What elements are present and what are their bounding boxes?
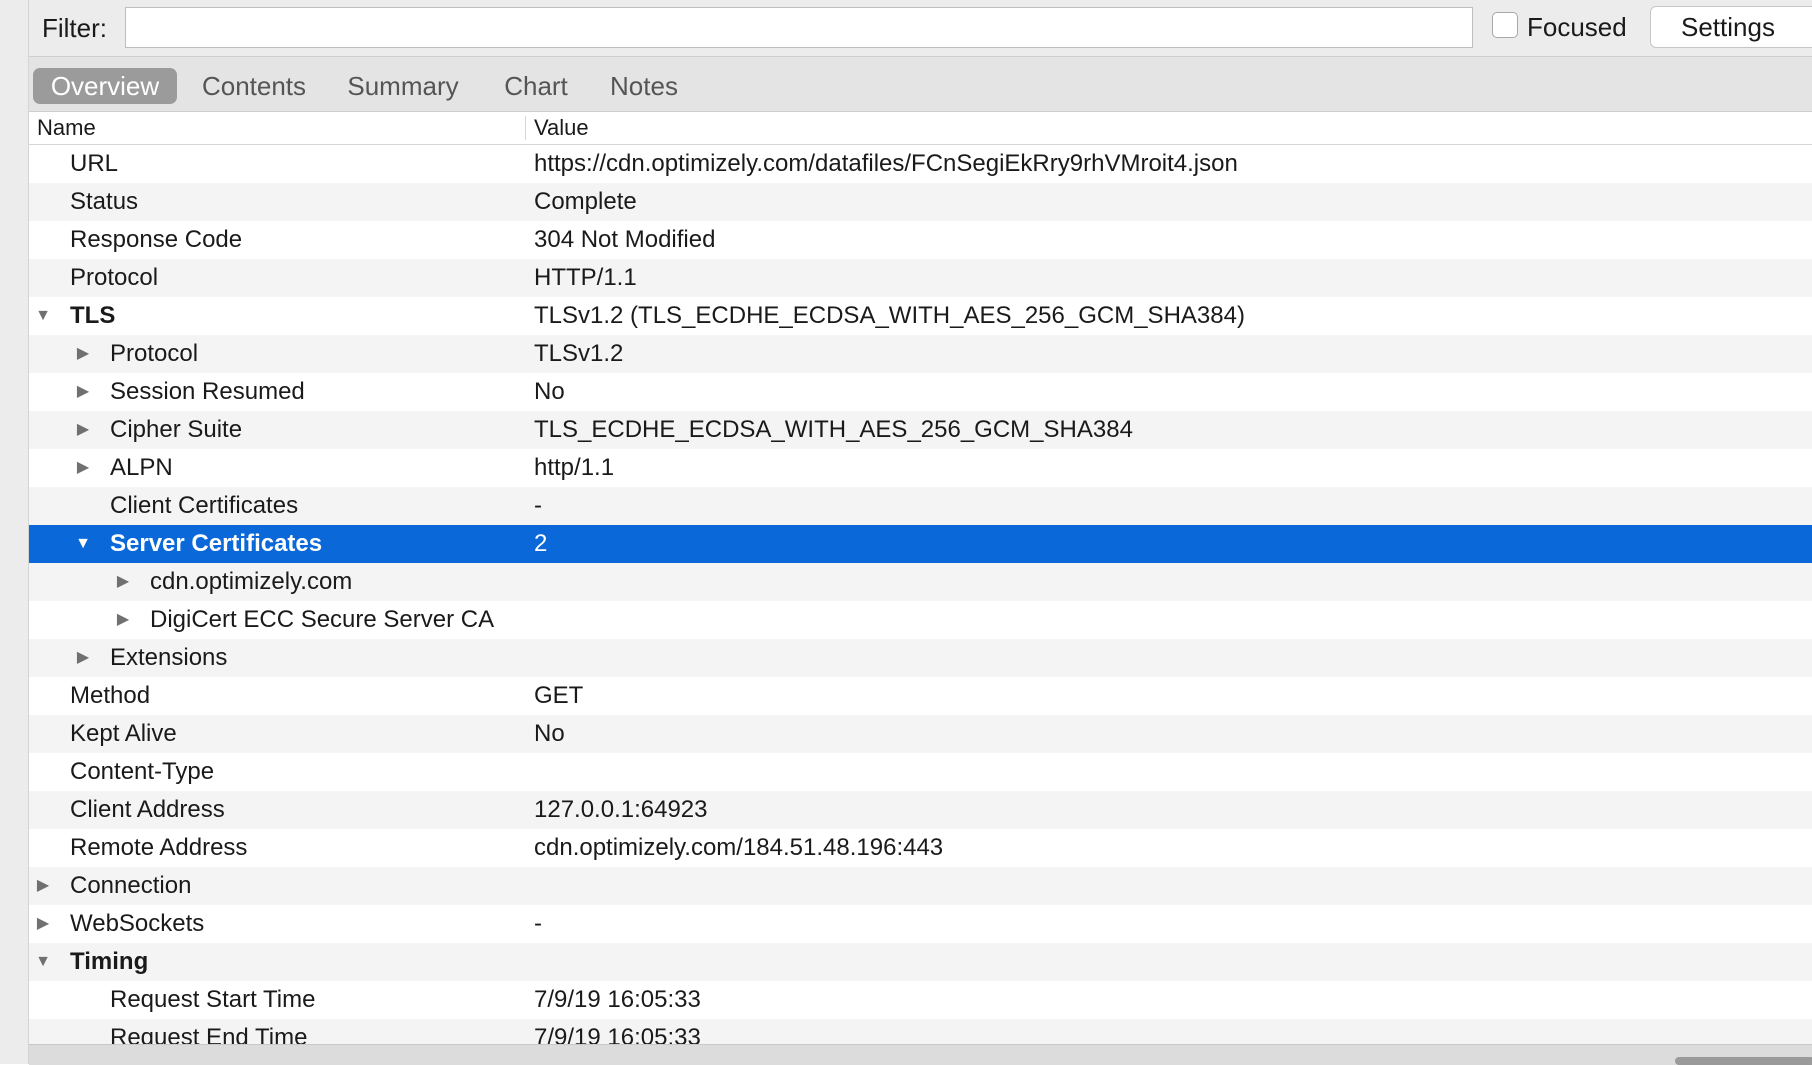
left-panel-edge <box>0 0 29 1064</box>
row-name: Connection <box>70 872 192 899</box>
tab-chart[interactable]: Chart <box>491 68 581 104</box>
disclosure-triangle-right-icon[interactable]: ▶ <box>113 601 133 639</box>
disclosure-triangle-right-icon[interactable]: ▶ <box>113 563 133 601</box>
focused-label[interactable]: Focused <box>1527 12 1627 42</box>
table-row[interactable]: ▶ Session Resumed No <box>29 373 1812 411</box>
row-name: Timing <box>70 948 149 975</box>
row-name: Content-Type <box>70 758 215 785</box>
filter-bar: Filter: Focused Settings <box>29 0 1812 57</box>
row-value: cdn.optimizely.com/184.51.48.196:443 <box>534 834 944 861</box>
row-value: GET <box>534 682 584 709</box>
table-row[interactable]: Kept Alive No <box>29 715 1812 753</box>
table-row[interactable]: ▼ TLS TLSv1.2 (TLS_ECDHE_ECDSA_WITH_AES_… <box>29 297 1812 335</box>
table-row[interactable]: Client Certificates - <box>29 487 1812 525</box>
row-name: Method <box>70 682 151 709</box>
table-row[interactable]: ▶ WebSockets - <box>29 905 1812 943</box>
row-value: https://cdn.optimizely.com/datafiles/FCn… <box>534 150 1238 177</box>
row-name: Response Code <box>70 226 243 253</box>
table-row[interactable]: ▶ Protocol TLSv1.2 <box>29 335 1812 373</box>
row-name: Client Certificates <box>110 492 299 519</box>
row-value: - <box>534 492 542 519</box>
table-row[interactable]: ▼ Timing <box>29 943 1812 981</box>
disclosure-triangle-right-icon[interactable]: ▶ <box>73 335 93 373</box>
table-row[interactable]: Response Code 304 Not Modified <box>29 221 1812 259</box>
row-value: 304 Not Modified <box>534 226 716 253</box>
table-row[interactable]: ▶ ALPN http/1.1 <box>29 449 1812 487</box>
row-name: Kept Alive <box>70 720 177 747</box>
table-row[interactable]: ▶ DigiCert ECC Secure Server CA <box>29 601 1812 639</box>
row-value: TLSv1.2 (TLS_ECDHE_ECDSA_WITH_AES_256_GC… <box>534 302 1245 329</box>
table-row[interactable]: Content-Type <box>29 753 1812 791</box>
tab-notes[interactable]: Notes <box>599 68 689 104</box>
disclosure-triangle-right-icon[interactable]: ▶ <box>73 373 93 411</box>
row-name: Protocol <box>70 264 159 291</box>
tab-overview[interactable]: Overview <box>33 68 177 104</box>
table-row-selected[interactable]: ▼ Server Certificates 2 <box>29 525 1812 563</box>
row-name: ALPN <box>110 454 173 481</box>
row-name: Extensions <box>110 644 228 671</box>
disclosure-triangle-down-icon[interactable]: ▼ <box>33 943 53 981</box>
table-row[interactable]: Protocol HTTP/1.1 <box>29 259 1812 297</box>
row-value: 2 <box>534 530 548 557</box>
table-row[interactable]: ▶ Connection <box>29 867 1812 905</box>
row-value: TLS_ECDHE_ECDSA_WITH_AES_256_GCM_SHA384 <box>534 416 1133 443</box>
settings-button[interactable]: Settings <box>1650 6 1812 48</box>
disclosure-triangle-right-icon[interactable]: ▶ <box>33 867 53 905</box>
disclosure-triangle-right-icon[interactable]: ▶ <box>73 411 93 449</box>
row-value: Complete <box>534 188 637 215</box>
row-name: Status <box>70 188 139 215</box>
row-name: WebSockets <box>70 910 205 937</box>
table-row[interactable]: ▶ Extensions <box>29 639 1812 677</box>
tab-contents[interactable]: Contents <box>191 68 317 104</box>
row-name: Remote Address <box>70 834 248 861</box>
disclosure-triangle-down-icon[interactable]: ▼ <box>33 297 53 335</box>
table-row[interactable]: ▶ cdn.optimizely.com <box>29 563 1812 601</box>
disclosure-triangle-right-icon[interactable]: ▶ <box>33 905 53 943</box>
row-value: - <box>534 910 542 937</box>
row-name: URL <box>70 150 119 177</box>
filter-label: Filter: <box>42 13 107 43</box>
column-header-name[interactable]: Name <box>37 112 96 144</box>
table-row[interactable]: Request Start Time 7/9/19 16:05:33 <box>29 981 1812 1019</box>
row-name: cdn.optimizely.com <box>150 568 353 595</box>
filter-input[interactable] <box>125 7 1473 48</box>
horizontal-scrollbar[interactable] <box>29 1044 1812 1065</box>
table-row[interactable]: Method GET <box>29 677 1812 715</box>
tab-bar: Overview Contents Summary Chart Notes <box>29 57 1812 112</box>
tab-summary[interactable]: Summary <box>335 68 471 104</box>
row-name: TLS <box>70 302 116 329</box>
disclosure-triangle-right-icon[interactable]: ▶ <box>73 449 93 487</box>
column-header-value[interactable]: Value <box>534 112 589 144</box>
row-value: TLSv1.2 <box>534 340 624 367</box>
row-name: Cipher Suite <box>110 416 243 443</box>
table-row[interactable]: URL https://cdn.optimizely.com/datafiles… <box>29 145 1812 183</box>
row-name: Request Start Time <box>110 986 316 1013</box>
row-value: No <box>534 378 565 405</box>
table-row[interactable]: Status Complete <box>29 183 1812 221</box>
row-name: Client Address <box>70 796 225 823</box>
row-value: 127.0.0.1:64923 <box>534 796 708 823</box>
table-row[interactable]: Remote Address cdn.optimizely.com/184.51… <box>29 829 1812 867</box>
row-value: No <box>534 720 565 747</box>
disclosure-triangle-down-icon[interactable]: ▼ <box>73 525 93 563</box>
row-name: Session Resumed <box>110 378 305 405</box>
table-header: Name Value <box>29 112 1812 145</box>
request-inspector: Filter: Focused Settings Overview Conten… <box>29 0 1812 1065</box>
row-name: DigiCert ECC Secure Server CA <box>150 606 495 633</box>
row-name: Server Certificates <box>110 530 323 557</box>
table-row[interactable]: ▶ Cipher Suite TLS_ECDHE_ECDSA_WITH_AES_… <box>29 411 1812 449</box>
disclosure-triangle-right-icon[interactable]: ▶ <box>73 639 93 677</box>
row-name: Protocol <box>110 340 199 367</box>
table-row[interactable]: Client Address 127.0.0.1:64923 <box>29 791 1812 829</box>
row-value: http/1.1 <box>534 454 615 481</box>
row-value: 7/9/19 16:05:33 <box>534 986 701 1013</box>
column-divider[interactable] <box>525 116 526 140</box>
focused-checkbox[interactable] <box>1492 12 1518 38</box>
row-value: HTTP/1.1 <box>534 264 637 291</box>
